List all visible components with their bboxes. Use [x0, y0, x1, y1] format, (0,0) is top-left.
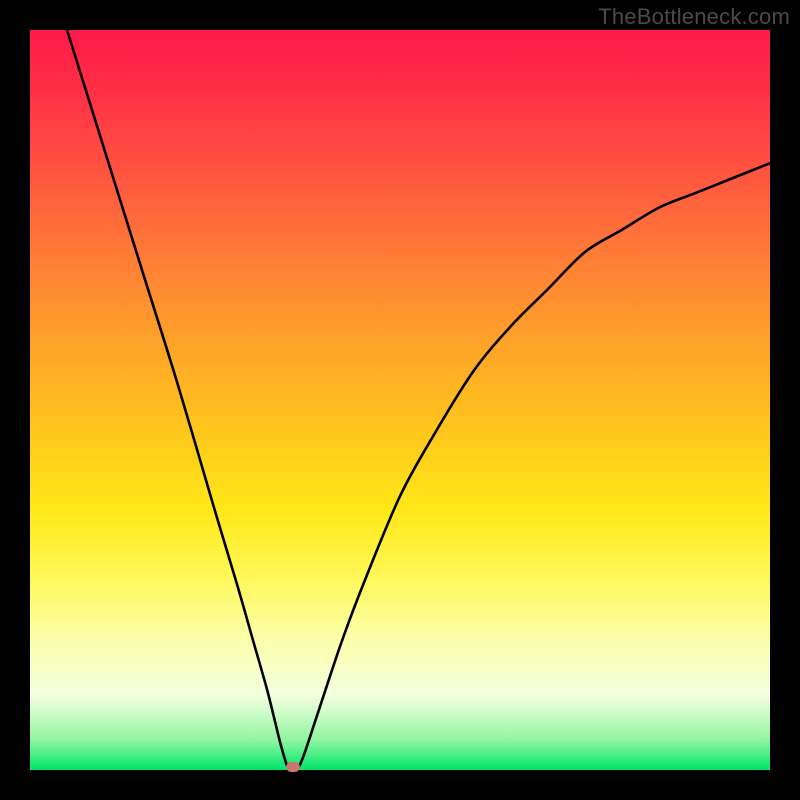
- plot-area: [30, 30, 770, 770]
- watermark-text: TheBottleneck.com: [598, 4, 790, 30]
- bottleneck-curve: [30, 30, 770, 770]
- optimal-point-marker: [286, 762, 300, 772]
